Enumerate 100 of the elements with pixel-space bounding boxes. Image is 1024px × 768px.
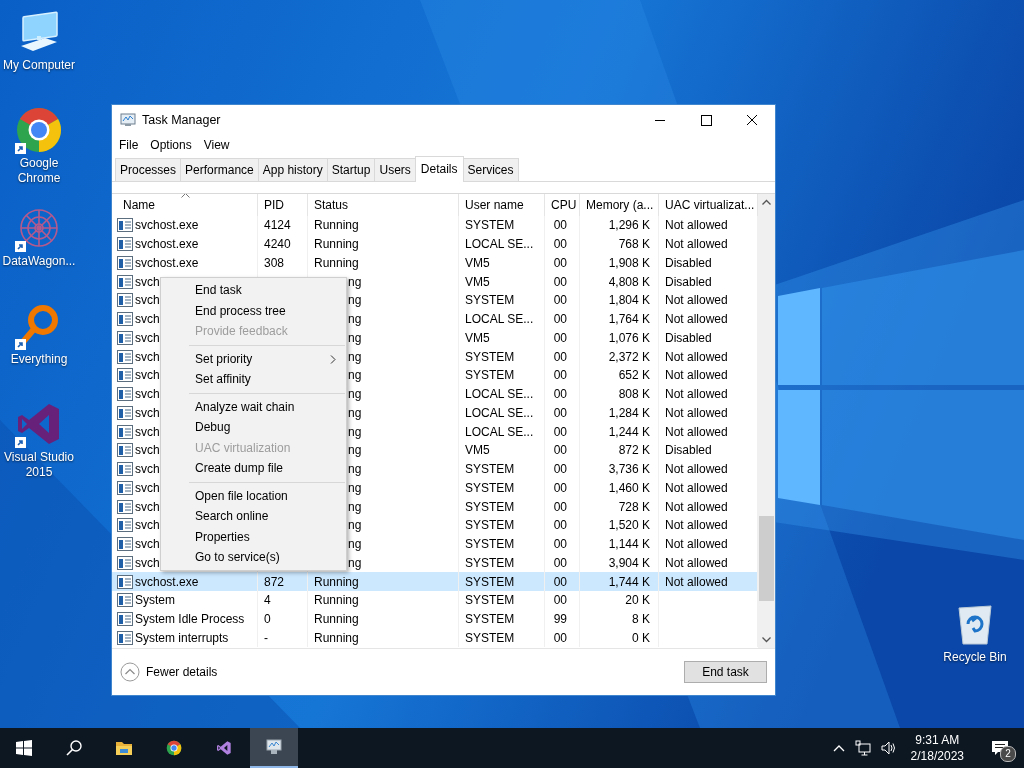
context-menu-item[interactable]: Analyze wait chain [161,396,346,417]
table-cell: System [135,593,175,608]
tab[interactable]: App history [257,158,328,181]
desktop-icon-label[interactable]: Google Chrome [0,156,78,186]
table-cell: Running [314,612,359,627]
column-header[interactable]: PID [258,194,308,216]
table-cell: System Idle Process [135,612,245,627]
process-icon [117,630,133,645]
folder-icon [116,740,132,756]
table-cell: LOCAL SE... [465,237,534,252]
app-logo-icon [216,740,232,756]
table-cell: 00 [553,349,567,364]
table-cell: ng [348,555,362,570]
table-cell: SYSTEM [465,537,515,552]
clock[interactable]: 9:31 AM 2/18/2023 [910,732,964,764]
end-task-button[interactable]: End task [684,661,767,683]
taskbar-app-button[interactable] [250,728,298,768]
table-cell: svch [135,293,160,308]
table-cell: SYSTEM [465,293,515,308]
process-icon [117,387,133,402]
tab[interactable]: Processes [115,158,182,181]
context-menu-item[interactable]: Create dump file [161,458,346,479]
column-header[interactable]: User name [459,194,545,216]
context-menu-item[interactable]: Set affinity [161,369,346,390]
tab[interactable]: Startup [326,158,376,181]
column-header[interactable]: Status [308,194,459,216]
table-cell: Disabled [665,330,712,345]
process-icon [117,293,133,308]
table-cell: SYSTEM [465,218,515,233]
tab[interactable]: Details [414,156,464,182]
table-cell: svchost.exe [135,218,199,233]
process-icon [117,574,133,589]
context-menu-item[interactable]: Set priority [161,348,346,369]
table-cell: 308 [264,255,285,270]
fewer-details-button[interactable]: Fewer details [120,662,218,682]
table-cell: 00 [553,255,567,270]
table-cell: Not allowed [665,293,728,308]
table-cell: VM5 [465,255,490,270]
table-cell: ng [348,293,362,308]
table-cell: Not allowed [665,349,728,364]
desktop-icon-label[interactable]: Visual Studio 2015 [0,450,78,480]
table-cell: 00 [553,443,567,458]
table-cell: 1,520 K [608,518,650,533]
context-menu-item[interactable]: Go to service(s) [161,547,346,568]
column-header[interactable]: CPU [545,194,580,216]
chevron-up-icon[interactable] [832,744,845,752]
table-cell: LOCAL SE... [465,312,534,327]
process-icon [117,518,133,533]
table-cell: svchost.exe [135,255,199,270]
context-menu-item[interactable]: End task [161,280,346,301]
scrollbar-thumb[interactable] [759,516,774,601]
table-cell: 00 [553,593,567,608]
table-cell: 00 [553,555,567,570]
desktop-icon-label[interactable]: My Computer [3,58,75,73]
tab[interactable]: Users [374,158,416,181]
table-cell: SYSTEM [465,555,515,570]
desktop-icon-label[interactable]: DataWagon... [2,254,76,269]
table-cell: 1,284 K [608,405,650,420]
table-cell: 00 [553,480,567,495]
column-header[interactable]: Memory (a... [580,194,659,216]
table-cell: Running [314,237,359,252]
context-menu-item[interactable]: Properties [161,526,346,547]
menu-item[interactable]: Options [144,138,198,152]
process-icon [117,424,133,439]
table-cell: Running [314,574,359,589]
context-menu-item[interactable]: Search online [161,506,346,527]
windows-logo-icon [16,740,32,756]
chevron-up-icon [120,662,140,682]
table-cell: 872 K [618,443,650,458]
desktop-icon-label[interactable]: Everything [10,352,68,367]
tab[interactable]: Services [462,158,519,181]
table-cell: ng [348,349,362,364]
tab[interactable]: Performance [180,158,259,181]
selected-row[interactable]: svchost.exe 872 Running SYSTEM 00 1,744 K Not allowed [112,572,758,591]
notifications-button[interactable]: 2 [982,728,1018,768]
context-menu-item[interactable]: Debug [161,417,346,438]
table-cell: 00 [553,537,567,552]
context-menu-item[interactable]: End process tree [161,300,346,321]
column-header[interactable]: Name [112,194,258,216]
table-cell: SYSTEM [465,630,515,645]
table-cell: SYSTEM [465,499,515,514]
table-cell: Not allowed [665,218,728,233]
table-cell: LOCAL SE... [465,405,534,420]
table-cell: LOCAL SE... [465,424,534,439]
context-menu-item[interactable]: Open file location [161,485,346,506]
table-cell: SYSTEM [465,349,515,364]
scrollbar[interactable] [758,194,775,648]
speaker-icon[interactable] [880,740,897,756]
process-icon [117,330,133,345]
table-cell: 4240 [264,237,291,252]
menu-item[interactable]: File [113,138,145,152]
table-cell: svch [135,387,160,402]
table-cell: Not allowed [665,405,728,420]
menu-item[interactable]: View [197,138,236,152]
desktop-icon-label[interactable]: Recycle Bin [943,650,1007,665]
table-cell: svch [135,537,160,552]
table-cell: 00 [553,274,567,289]
browser-icon [166,740,182,756]
table-cell: ng [348,274,362,289]
network-icon[interactable] [854,740,871,756]
